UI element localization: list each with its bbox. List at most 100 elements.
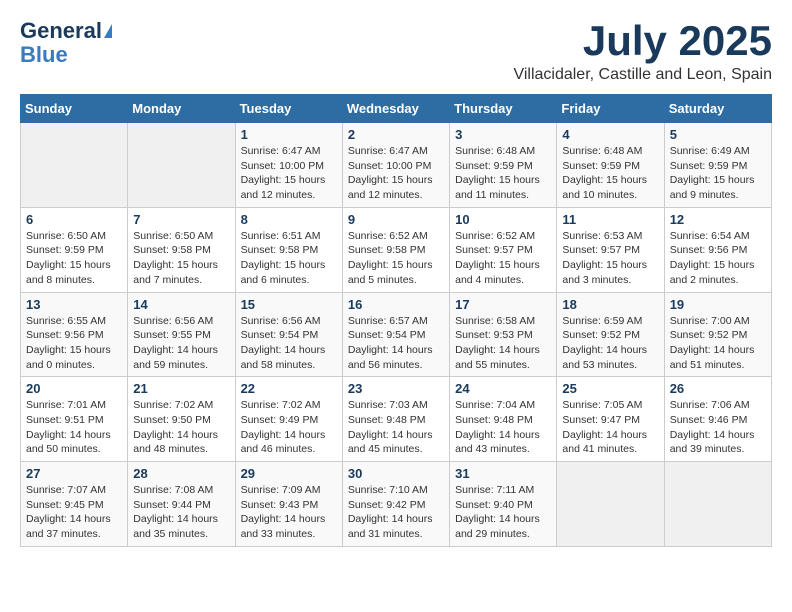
day-number: 15 xyxy=(241,297,337,312)
day-info: Sunrise: 6:58 AMSunset: 9:53 PMDaylight:… xyxy=(455,314,551,373)
calendar-day-cell: 11Sunrise: 6:53 AMSunset: 9:57 PMDayligh… xyxy=(557,207,664,292)
weekday-header: Wednesday xyxy=(342,95,449,123)
calendar-week-row: 6 Sunrise: 6:50 AMSunset: 9:59 PMDaylight… xyxy=(21,207,772,292)
day-info: Sunrise: 7:11 AMSunset: 9:40 PMDaylight:… xyxy=(455,483,551,542)
calendar-day-cell: 17 Sunrise: 6:58 AMSunset: 9:53 PMDayligh… xyxy=(450,292,557,377)
day-info: Sunrise: 7:02 AMSunset: 9:50 PMDaylight:… xyxy=(133,398,229,457)
calendar-day-cell: 12Sunrise: 6:54 AMSunset: 9:56 PMDayligh… xyxy=(664,207,771,292)
day-info: Sunrise: 6:53 AMSunset: 9:57 PMDaylight:… xyxy=(562,229,658,288)
day-info: Sunrise: 6:51 AMSunset: 9:58 PMDaylight:… xyxy=(241,229,337,288)
day-number: 16 xyxy=(348,297,444,312)
day-info: Sunrise: 7:06 AMSunset: 9:46 PMDaylight:… xyxy=(670,398,766,457)
calendar-day-cell: 27Sunrise: 7:07 AMSunset: 9:45 PMDayligh… xyxy=(21,462,128,547)
calendar-week-row: 13Sunrise: 6:55 AMSunset: 9:56 PMDayligh… xyxy=(21,292,772,377)
logo-general: General xyxy=(20,20,102,42)
calendar-day-cell: 4Sunrise: 6:48 AMSunset: 9:59 PMDaylight… xyxy=(557,123,664,208)
weekday-header: Tuesday xyxy=(235,95,342,123)
day-number: 14 xyxy=(133,297,229,312)
day-number: 17 xyxy=(455,297,551,312)
weekday-header: Sunday xyxy=(21,95,128,123)
day-number: 7 xyxy=(133,212,229,227)
calendar-day-cell: 24Sunrise: 7:04 AMSunset: 9:48 PMDayligh… xyxy=(450,377,557,462)
calendar-day-cell xyxy=(128,123,235,208)
day-number: 19 xyxy=(670,297,766,312)
day-info: Sunrise: 7:10 AMSunset: 9:42 PMDaylight:… xyxy=(348,483,444,542)
day-info: Sunrise: 7:04 AMSunset: 9:48 PMDaylight:… xyxy=(455,398,551,457)
calendar-day-cell: 28 Sunrise: 7:08 AMSunset: 9:44 PMDayligh… xyxy=(128,462,235,547)
calendar-day-cell: 20 Sunrise: 7:01 AMSunset: 9:51 PMDayligh… xyxy=(21,377,128,462)
day-info: Sunrise: 6:56 AMSunset: 9:55 PMDaylight:… xyxy=(133,314,229,373)
calendar-day-cell: 21 Sunrise: 7:02 AMSunset: 9:50 PMDayligh… xyxy=(128,377,235,462)
day-info: Sunrise: 7:03 AMSunset: 9:48 PMDaylight:… xyxy=(348,398,444,457)
day-info: Sunrise: 6:56 AMSunset: 9:54 PMDaylight:… xyxy=(241,314,337,373)
logo-blue: Blue xyxy=(20,42,68,68)
day-number: 23 xyxy=(348,381,444,396)
page-header: General Blue July 2025 Villacidaler, Cas… xyxy=(20,20,772,84)
day-info: Sunrise: 6:52 AMSunset: 9:58 PMDaylight:… xyxy=(348,229,444,288)
calendar-day-cell: 13Sunrise: 6:55 AMSunset: 9:56 PMDayligh… xyxy=(21,292,128,377)
calendar-day-cell: 10 Sunrise: 6:52 AMSunset: 9:57 PMDayligh… xyxy=(450,207,557,292)
day-number: 30 xyxy=(348,466,444,481)
day-number: 2 xyxy=(348,127,444,142)
day-info: Sunrise: 7:07 AMSunset: 9:45 PMDaylight:… xyxy=(26,483,122,542)
day-number: 6 xyxy=(26,212,122,227)
calendar-day-cell: 8 Sunrise: 6:51 AMSunset: 9:58 PMDaylight… xyxy=(235,207,342,292)
day-number: 10 xyxy=(455,212,551,227)
calendar-day-cell: 26 Sunrise: 7:06 AMSunset: 9:46 PMDayligh… xyxy=(664,377,771,462)
day-number: 5 xyxy=(670,127,766,142)
calendar-day-cell: 25 Sunrise: 7:05 AMSunset: 9:47 PMDayligh… xyxy=(557,377,664,462)
day-number: 1 xyxy=(241,127,337,142)
calendar-day-cell: 18 Sunrise: 6:59 AMSunset: 9:52 PMDayligh… xyxy=(557,292,664,377)
calendar-day-cell: 9Sunrise: 6:52 AMSunset: 9:58 PMDaylight… xyxy=(342,207,449,292)
day-info: Sunrise: 6:55 AMSunset: 9:56 PMDaylight:… xyxy=(26,314,122,373)
day-number: 4 xyxy=(562,127,658,142)
day-number: 26 xyxy=(670,381,766,396)
calendar-day-cell: 22Sunrise: 7:02 AMSunset: 9:49 PMDayligh… xyxy=(235,377,342,462)
day-info: Sunrise: 6:52 AMSunset: 9:57 PMDaylight:… xyxy=(455,229,551,288)
calendar-day-cell: 19Sunrise: 7:00 AMSunset: 9:52 PMDayligh… xyxy=(664,292,771,377)
calendar-table: SundayMondayTuesdayWednesdayThursdayFrid… xyxy=(20,94,772,547)
day-info: Sunrise: 7:05 AMSunset: 9:47 PMDaylight:… xyxy=(562,398,658,457)
day-number: 21 xyxy=(133,381,229,396)
location: Villacidaler, Castille and Leon, Spain xyxy=(513,66,772,84)
calendar-day-cell xyxy=(557,462,664,547)
calendar-day-cell: 1 Sunrise: 6:47 AMSunset: 10:00 PMDayligh… xyxy=(235,123,342,208)
day-number: 3 xyxy=(455,127,551,142)
title-area: July 2025 Villacidaler, Castille and Leo… xyxy=(513,20,772,84)
weekday-header: Friday xyxy=(557,95,664,123)
weekday-header-row: SundayMondayTuesdayWednesdayThursdayFrid… xyxy=(21,95,772,123)
calendar-day-cell: 7 Sunrise: 6:50 AMSunset: 9:58 PMDaylight… xyxy=(128,207,235,292)
calendar-day-cell: 29Sunrise: 7:09 AMSunset: 9:43 PMDayligh… xyxy=(235,462,342,547)
weekday-header: Saturday xyxy=(664,95,771,123)
day-number: 29 xyxy=(241,466,337,481)
weekday-header: Thursday xyxy=(450,95,557,123)
logo: General Blue xyxy=(20,20,112,68)
day-info: Sunrise: 6:54 AMSunset: 9:56 PMDaylight:… xyxy=(670,229,766,288)
day-number: 8 xyxy=(241,212,337,227)
day-info: Sunrise: 6:57 AMSunset: 9:54 PMDaylight:… xyxy=(348,314,444,373)
calendar-day-cell: 31Sunrise: 7:11 AMSunset: 9:40 PMDayligh… xyxy=(450,462,557,547)
day-info: Sunrise: 6:50 AMSunset: 9:58 PMDaylight:… xyxy=(133,229,229,288)
calendar-day-cell: 23 Sunrise: 7:03 AMSunset: 9:48 PMDayligh… xyxy=(342,377,449,462)
day-info: Sunrise: 6:47 AMSunset: 10:00 PMDaylight… xyxy=(348,144,444,203)
month-title: July 2025 xyxy=(513,20,772,62)
day-info: Sunrise: 7:01 AMSunset: 9:51 PMDaylight:… xyxy=(26,398,122,457)
day-info: Sunrise: 6:59 AMSunset: 9:52 PMDaylight:… xyxy=(562,314,658,373)
day-number: 20 xyxy=(26,381,122,396)
day-number: 28 xyxy=(133,466,229,481)
day-number: 25 xyxy=(562,381,658,396)
calendar-day-cell xyxy=(664,462,771,547)
calendar-day-cell: 3 Sunrise: 6:48 AMSunset: 9:59 PMDaylight… xyxy=(450,123,557,208)
calendar-day-cell: 14 Sunrise: 6:56 AMSunset: 9:55 PMDayligh… xyxy=(128,292,235,377)
calendar-day-cell: 15 Sunrise: 6:56 AMSunset: 9:54 PMDayligh… xyxy=(235,292,342,377)
calendar-week-row: 20 Sunrise: 7:01 AMSunset: 9:51 PMDayligh… xyxy=(21,377,772,462)
calendar-day-cell: 16 Sunrise: 6:57 AMSunset: 9:54 PMDayligh… xyxy=(342,292,449,377)
day-info: Sunrise: 6:47 AMSunset: 10:00 PMDaylight… xyxy=(241,144,337,203)
day-info: Sunrise: 7:08 AMSunset: 9:44 PMDaylight:… xyxy=(133,483,229,542)
calendar-week-row: 1 Sunrise: 6:47 AMSunset: 10:00 PMDayligh… xyxy=(21,123,772,208)
day-number: 18 xyxy=(562,297,658,312)
calendar-week-row: 27Sunrise: 7:07 AMSunset: 9:45 PMDayligh… xyxy=(21,462,772,547)
day-info: Sunrise: 7:02 AMSunset: 9:49 PMDaylight:… xyxy=(241,398,337,457)
day-info: Sunrise: 6:48 AMSunset: 9:59 PMDaylight:… xyxy=(455,144,551,203)
day-info: Sunrise: 6:50 AMSunset: 9:59 PMDaylight:… xyxy=(26,229,122,288)
